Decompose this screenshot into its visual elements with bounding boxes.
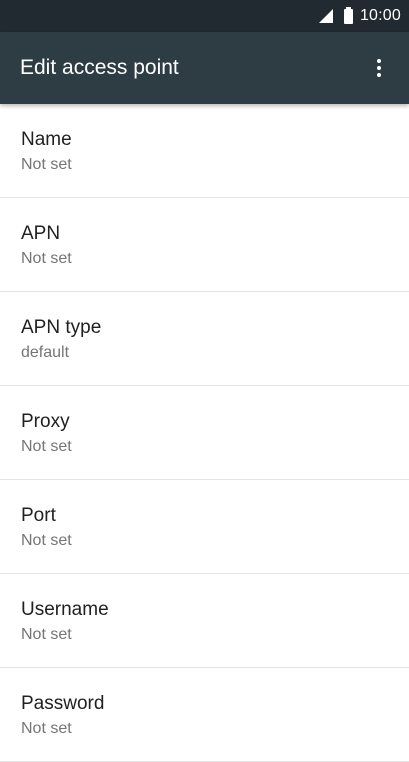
page-title: Edit access point bbox=[20, 56, 179, 79]
pref-summary: Not set bbox=[21, 438, 72, 455]
pref-item-apn[interactable]: APN Not set bbox=[0, 198, 409, 292]
pref-title: Proxy bbox=[21, 411, 70, 432]
more-vert-icon bbox=[377, 59, 381, 63]
pref-item-username[interactable]: Username Not set bbox=[0, 574, 409, 668]
pref-summary: Not set bbox=[21, 626, 72, 643]
battery-icon bbox=[343, 6, 353, 24]
pref-item-proxy[interactable]: Proxy Not set bbox=[0, 386, 409, 480]
signal-icon bbox=[318, 9, 333, 23]
status-bar: 10:00 bbox=[0, 0, 409, 32]
status-time: 10:00 bbox=[359, 7, 401, 24]
pref-title: APN bbox=[21, 223, 61, 244]
app-bar: Edit access point bbox=[0, 32, 409, 104]
pref-summary: Not set bbox=[21, 250, 72, 267]
pref-title: Username bbox=[21, 599, 109, 620]
pref-summary: default bbox=[21, 344, 70, 361]
pref-item-password[interactable]: Password Not set bbox=[0, 668, 409, 762]
pref-title: APN type bbox=[21, 317, 102, 338]
status-icons: 10:00 bbox=[318, 0, 401, 32]
preference-list: Name Not set APN Not set APN type defaul… bbox=[0, 104, 409, 762]
pref-summary: Not set bbox=[21, 720, 72, 737]
more-options-button[interactable] bbox=[359, 46, 399, 90]
pref-title: Password bbox=[21, 693, 105, 714]
pref-summary: Not set bbox=[21, 532, 72, 549]
pref-item-apn-type[interactable]: APN type default bbox=[0, 292, 409, 386]
pref-summary: Not set bbox=[21, 156, 72, 173]
pref-title: Port bbox=[21, 505, 56, 526]
pref-item-name[interactable]: Name Not set bbox=[0, 104, 409, 198]
pref-title: Name bbox=[21, 129, 72, 150]
pref-item-port[interactable]: Port Not set bbox=[0, 480, 409, 574]
